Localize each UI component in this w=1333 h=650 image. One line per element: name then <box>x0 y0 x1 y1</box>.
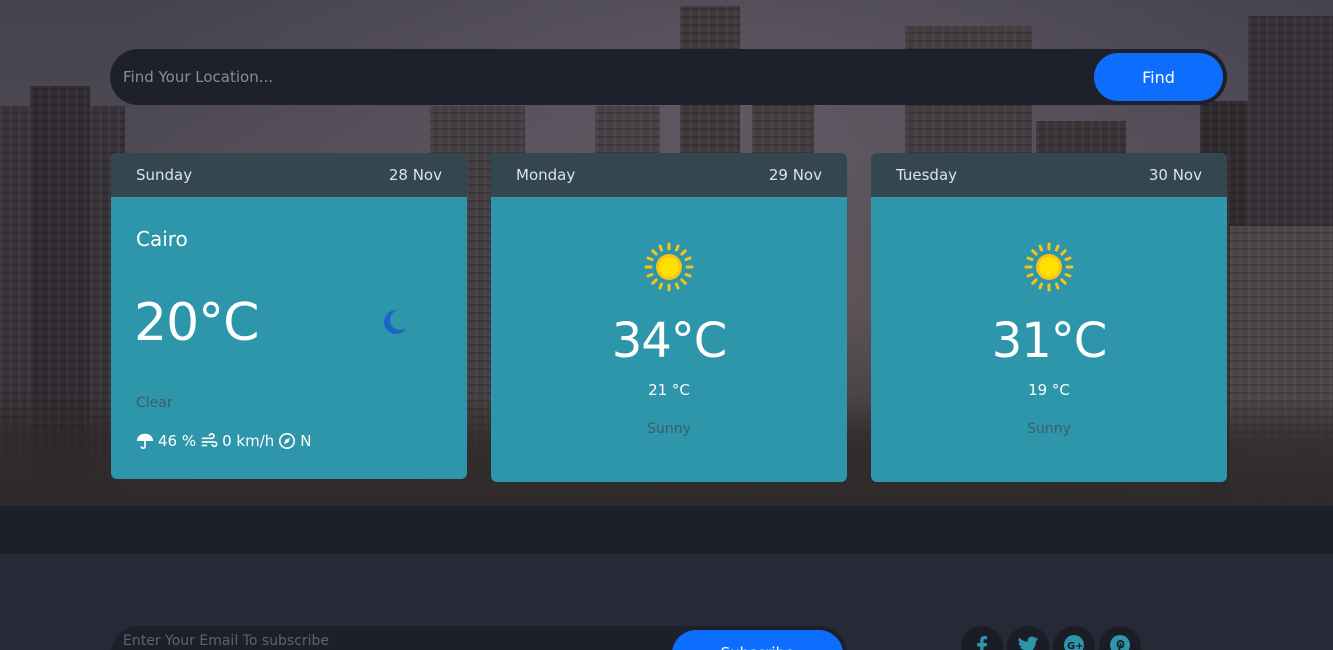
humidity-value: 46 % <box>158 432 197 450</box>
forecast-card: Monday 29 Nov 34°C 21 °C Sunny <box>491 153 847 482</box>
subscribe-button[interactable]: Subscribe <box>672 630 843 650</box>
umbrella-icon <box>136 433 154 450</box>
day-name: Monday <box>516 166 576 184</box>
location-search-form: Find <box>110 49 1227 105</box>
svg-text:G+: G+ <box>1067 641 1084 650</box>
min-temperature: 19 °C <box>1028 381 1070 399</box>
min-temperature: 21 °C <box>648 381 690 399</box>
pinterest-link[interactable] <box>1099 626 1141 650</box>
day-name: Tuesday <box>896 166 958 184</box>
google-plus-icon: G+ <box>1064 635 1084 650</box>
date: 28 Nov <box>388 166 442 184</box>
max-temperature: 31°C <box>991 313 1108 369</box>
find-button[interactable]: Find <box>1094 53 1223 101</box>
moon-icon <box>384 310 410 334</box>
date: 30 Nov <box>1148 166 1202 184</box>
weather-condition: Sunny <box>1027 421 1071 437</box>
wind-direction-value: N <box>300 432 312 450</box>
pinterest-icon <box>1110 635 1130 650</box>
day-name: Sunday <box>136 166 193 184</box>
social-links: G+ <box>961 626 1141 650</box>
sun-icon <box>644 242 694 292</box>
sun-icon <box>1024 242 1074 292</box>
max-temperature: 34°C <box>611 313 728 369</box>
date: 29 Nov <box>768 166 822 184</box>
twitter-link[interactable] <box>1007 626 1049 650</box>
current-temperature: 20°C <box>134 293 259 353</box>
card-header: Monday 29 Nov <box>491 153 847 197</box>
card-header: Tuesday 30 Nov <box>871 153 1227 197</box>
weather-condition: Sunny <box>647 421 691 437</box>
forecast-card: Tuesday 30 Nov 31°C 19 °C Sunny <box>871 153 1227 482</box>
wind-speed-value: 0 km/h <box>222 432 275 450</box>
weather-condition: Clear <box>136 395 173 411</box>
location-search-input[interactable] <box>123 68 1227 86</box>
today-forecast-card: Sunday 28 Nov Cairo 20°C Clear 46 % 0 km… <box>111 153 467 479</box>
card-header: Sunday 28 Nov <box>111 153 467 197</box>
compass-icon <box>279 432 296 450</box>
city-name: Cairo <box>136 227 188 251</box>
facebook-link[interactable] <box>961 626 1003 650</box>
divider-band <box>0 506 1333 554</box>
google-plus-link[interactable]: G+ <box>1053 626 1095 650</box>
wind-icon <box>201 433 218 448</box>
subscribe-form: Subscribe <box>111 626 847 650</box>
twitter-icon <box>1018 636 1038 650</box>
weather-details: 46 % 0 km/h N <box>136 432 312 450</box>
facebook-icon <box>977 636 987 650</box>
